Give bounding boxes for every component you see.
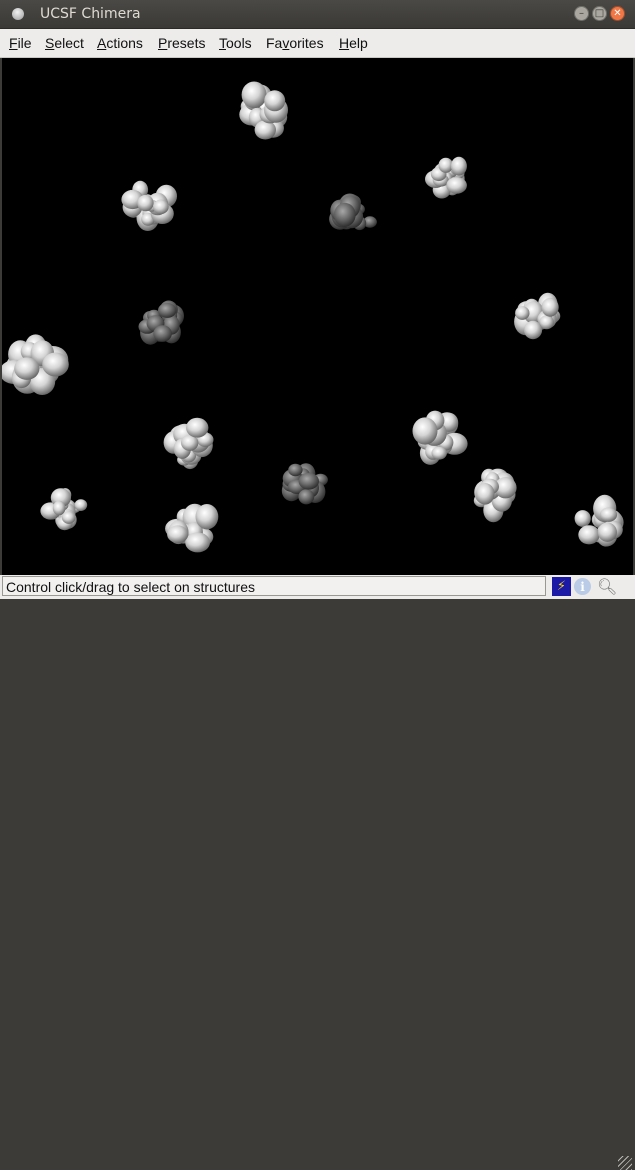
- menu-bar: File Select Actions Presets Tools Favori…: [0, 29, 635, 58]
- info-icon[interactable]: i: [574, 578, 591, 595]
- menu-file[interactable]: File: [9, 35, 32, 51]
- lightning-icon[interactable]: ⚡: [552, 577, 571, 596]
- window-title: UCSF Chimera: [40, 6, 141, 22]
- menu-favorites[interactable]: Favorites: [266, 35, 324, 51]
- molecule-structure[interactable]: [281, 463, 328, 505]
- molecule-structure[interactable]: [574, 494, 624, 547]
- maximize-button[interactable]: □: [592, 6, 607, 21]
- molecule-structure[interactable]: [514, 292, 561, 340]
- minimize-button[interactable]: –: [574, 6, 589, 21]
- molecule-structure[interactable]: [121, 180, 177, 232]
- molecule-structure[interactable]: [40, 488, 88, 531]
- magnifier-icon[interactable]: 🔍︎: [597, 577, 617, 596]
- status-message: Control click/drag to select on structur…: [2, 576, 546, 596]
- menu-actions[interactable]: Actions: [97, 35, 143, 51]
- menu-tools[interactable]: Tools: [219, 35, 252, 51]
- molecule-structure[interactable]: [412, 410, 468, 465]
- menu-help[interactable]: Help: [339, 35, 368, 51]
- molecule-structure[interactable]: [138, 300, 185, 345]
- close-button[interactable]: ✕: [610, 6, 625, 21]
- app-icon: [12, 8, 24, 20]
- graphics-viewport[interactable]: [2, 58, 633, 575]
- resize-grip[interactable]: [618, 1156, 632, 1170]
- molecule-structure[interactable]: [2, 334, 69, 395]
- molecule-structure[interactable]: [163, 417, 214, 470]
- title-bar: UCSF Chimera – □ ✕: [0, 0, 635, 29]
- molecule-structure[interactable]: [165, 503, 219, 553]
- molecule-scene[interactable]: [2, 58, 633, 575]
- molecule-structure[interactable]: [239, 81, 288, 140]
- menu-presets[interactable]: Presets: [158, 35, 205, 51]
- status-bar: Control click/drag to select on structur…: [0, 575, 635, 1170]
- molecule-structure[interactable]: [425, 156, 467, 199]
- menu-select[interactable]: Select: [45, 35, 84, 51]
- molecule-structure[interactable]: [473, 468, 517, 523]
- molecule-structure[interactable]: [329, 193, 377, 231]
